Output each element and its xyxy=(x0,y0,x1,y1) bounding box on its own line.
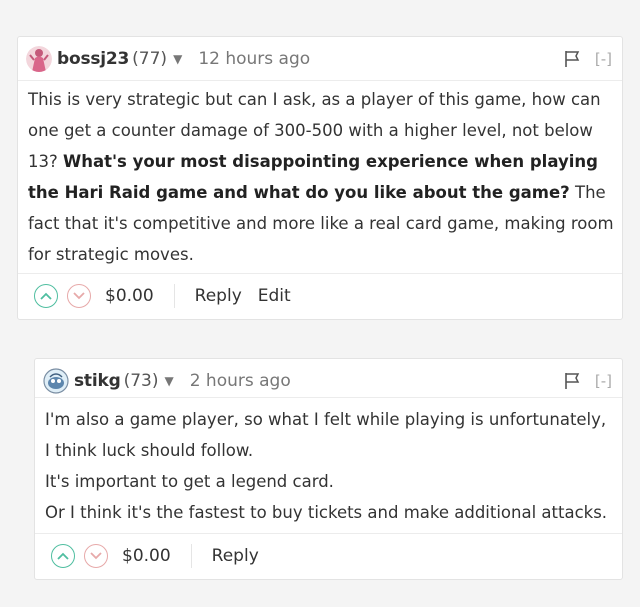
user-avatar[interactable] xyxy=(43,368,69,394)
username[interactable]: stikg xyxy=(74,371,121,391)
timestamp[interactable]: 2 hours ago xyxy=(190,371,291,391)
comment-card: stikg (73) ▼ 2 hours ago [-] I'm also a … xyxy=(34,358,623,580)
downvote-button[interactable] xyxy=(84,544,108,568)
username[interactable]: bossj23 xyxy=(57,49,129,69)
chevron-up-icon xyxy=(57,552,69,560)
timestamp[interactable]: 12 hours ago xyxy=(198,49,310,69)
reputation: (77) xyxy=(132,49,168,69)
comment-paragraph: This is very strategic but can I ask, as… xyxy=(28,84,614,270)
divider xyxy=(18,273,622,274)
caret-down-icon[interactable]: ▼ xyxy=(164,374,173,388)
upvote-button[interactable] xyxy=(51,544,75,568)
chevron-down-icon xyxy=(90,552,102,560)
reply-link[interactable]: Reply xyxy=(195,286,242,306)
payout-value[interactable]: $0.00 xyxy=(105,286,154,306)
flag-icon[interactable] xyxy=(563,50,581,68)
comment-card: bossj23 (77) ▼ 12 hours ago [-] This is … xyxy=(17,36,623,320)
divider xyxy=(35,533,622,534)
collapse-toggle[interactable]: [-] xyxy=(595,372,612,390)
upvote-button[interactable] xyxy=(34,284,58,308)
comment-paragraph: I'm also a game player, so what I felt w… xyxy=(45,410,607,460)
divider xyxy=(173,284,175,308)
divider xyxy=(35,397,622,398)
collapse-toggle[interactable]: [-] xyxy=(595,50,612,68)
flag-icon[interactable] xyxy=(563,372,581,390)
comment-paragraph: It's important to get a legend card. xyxy=(45,472,334,491)
chevron-up-icon xyxy=(40,292,52,300)
caret-down-icon[interactable]: ▼ xyxy=(173,52,182,66)
divider xyxy=(190,544,192,568)
comment-footer: $0.00 Reply xyxy=(51,541,612,571)
reputation: (73) xyxy=(123,371,159,391)
edit-link[interactable]: Edit xyxy=(258,286,291,306)
payout-value[interactable]: $0.00 xyxy=(122,546,171,566)
comment-body: This is very strategic but can I ask, as… xyxy=(28,84,614,270)
divider xyxy=(18,80,622,81)
reply-link[interactable]: Reply xyxy=(212,546,259,566)
comment-paragraph: Or I think it's the fastest to buy ticke… xyxy=(45,503,608,522)
chevron-down-icon xyxy=(73,292,85,300)
comment-footer: $0.00 Reply Edit xyxy=(34,281,612,311)
downvote-button[interactable] xyxy=(67,284,91,308)
comment-header: bossj23 (77) ▼ 12 hours ago [-] xyxy=(26,45,612,73)
comment-body: I'm also a game player, so what I felt w… xyxy=(45,404,614,528)
comment-text-bold: What's your most disappointing experienc… xyxy=(28,152,598,202)
user-avatar[interactable] xyxy=(26,46,52,72)
comment-header: stikg (73) ▼ 2 hours ago [-] xyxy=(43,367,612,395)
